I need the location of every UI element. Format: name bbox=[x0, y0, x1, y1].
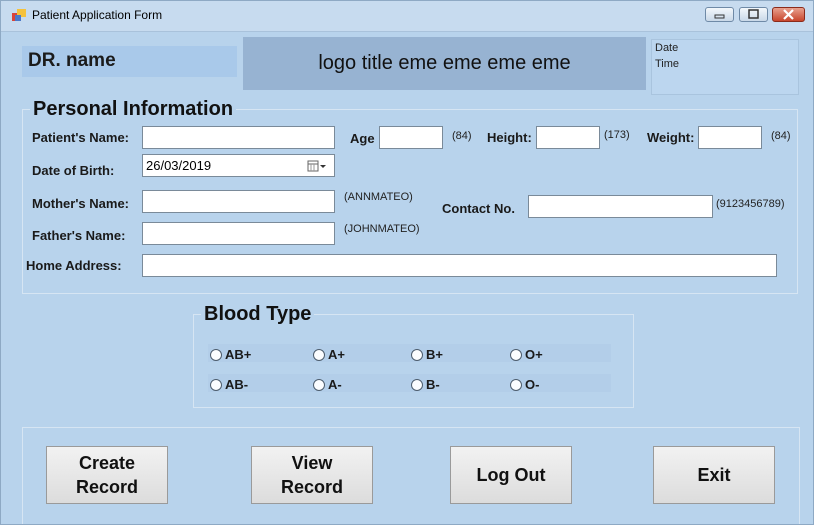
father-name-label: Father's Name: bbox=[32, 228, 126, 243]
minimize-icon bbox=[714, 14, 725, 19]
weight-hint: (84) bbox=[771, 130, 791, 142]
weight-field[interactable] bbox=[698, 126, 762, 149]
view-record-label-line1: View bbox=[291, 453, 333, 473]
blood-type-row-bg bbox=[208, 344, 611, 362]
mother-name-field[interactable] bbox=[142, 190, 335, 213]
calendar-dropdown-icon[interactable] bbox=[307, 159, 329, 173]
maximize-button[interactable] bbox=[739, 7, 768, 22]
contact-label: Contact No. bbox=[442, 201, 515, 216]
app-icon bbox=[12, 9, 26, 21]
log-out-label: Log Out bbox=[476, 465, 546, 485]
weight-label: Weight: bbox=[647, 130, 695, 145]
father-name-field[interactable] bbox=[142, 222, 335, 245]
patient-name-field[interactable] bbox=[142, 126, 335, 149]
date-label: Date bbox=[655, 42, 679, 54]
close-button[interactable] bbox=[772, 7, 805, 22]
exit-button[interactable]: Exit bbox=[653, 446, 775, 504]
log-out-button[interactable]: Log Out bbox=[450, 446, 572, 504]
time-label: Time bbox=[655, 58, 680, 70]
radio-circle[interactable] bbox=[313, 348, 325, 361]
blood-type-label: AB+ bbox=[225, 347, 252, 362]
blood-type-b-negative[interactable]: B- bbox=[411, 377, 440, 392]
blood-type-label: AB- bbox=[225, 377, 249, 392]
height-label: Height: bbox=[487, 130, 532, 145]
blood-type-label: A- bbox=[328, 377, 342, 392]
blood-type-b-positive[interactable]: B+ bbox=[411, 347, 443, 362]
mother-name-label: Mother's Name: bbox=[32, 196, 129, 211]
blood-type-label: A+ bbox=[328, 347, 345, 362]
blood-type-o-positive[interactable]: O+ bbox=[510, 347, 543, 362]
logo-title: logo title eme eme eme eme bbox=[318, 52, 571, 74]
contact-field[interactable] bbox=[528, 195, 713, 218]
close-icon bbox=[783, 9, 794, 20]
logo-panel: logo title eme eme eme eme bbox=[243, 37, 646, 90]
blood-type-label: O- bbox=[525, 377, 540, 392]
date-time-panel: Date Time bbox=[651, 39, 799, 95]
minimize-button[interactable] bbox=[705, 7, 734, 22]
blood-type-label: O+ bbox=[525, 347, 543, 362]
create-record-button[interactable]: Create Record bbox=[46, 446, 168, 504]
create-record-label: Create Record bbox=[76, 451, 138, 499]
patient-application-window: Patient Application Form DR. name logo t… bbox=[0, 0, 814, 525]
blood-type-title: Blood Type bbox=[201, 303, 315, 326]
blood-type-a-positive[interactable]: A+ bbox=[313, 347, 345, 362]
home-address-label: Home Address: bbox=[26, 258, 122, 273]
blood-type-a-negative[interactable]: A- bbox=[313, 377, 342, 392]
exit-label: Exit bbox=[697, 465, 731, 485]
blood-type-label: B- bbox=[426, 377, 440, 392]
radio-circle[interactable] bbox=[411, 348, 423, 361]
title-bar[interactable]: Patient Application Form bbox=[1, 1, 813, 32]
dob-value: 26/03/2019 bbox=[146, 158, 212, 173]
blood-type-row-bg bbox=[208, 374, 611, 392]
radio-circle[interactable] bbox=[210, 378, 222, 391]
view-record-label: View Record bbox=[281, 451, 343, 499]
radio-circle[interactable] bbox=[510, 378, 522, 391]
radio-circle[interactable] bbox=[411, 378, 423, 391]
window-title: Patient Application Form bbox=[32, 8, 163, 22]
contact-hint: (9123456789) bbox=[716, 198, 785, 210]
age-field[interactable] bbox=[379, 126, 443, 149]
view-record-label-line2: Record bbox=[280, 477, 343, 497]
blood-type-ab-negative[interactable]: AB- bbox=[210, 377, 248, 392]
blood-type-label: B+ bbox=[426, 347, 443, 362]
patient-name-label: Patient's Name: bbox=[32, 130, 130, 145]
create-record-label-line1: Create bbox=[78, 453, 135, 473]
radio-circle[interactable] bbox=[510, 348, 522, 361]
doctor-name: DR. name bbox=[28, 50, 116, 71]
create-record-label-line2: Record bbox=[75, 477, 138, 497]
radio-circle[interactable] bbox=[210, 348, 222, 361]
age-hint: (84) bbox=[452, 130, 472, 142]
home-address-field[interactable] bbox=[142, 254, 777, 277]
doctor-name-panel: DR. name bbox=[22, 46, 237, 77]
height-hint: (173) bbox=[604, 129, 630, 141]
blood-type-o-negative[interactable]: O- bbox=[510, 377, 539, 392]
height-field[interactable] bbox=[536, 126, 600, 149]
maximize-icon bbox=[748, 9, 759, 19]
blood-type-ab-positive[interactable]: AB+ bbox=[210, 347, 251, 362]
mother-name-hint: (ANNMATEO) bbox=[344, 191, 413, 203]
dob-label: Date of Birth: bbox=[32, 163, 115, 178]
radio-circle[interactable] bbox=[313, 378, 325, 391]
father-name-hint: (JOHNMATEO) bbox=[344, 223, 420, 235]
dob-date-picker[interactable]: 26/03/2019 bbox=[142, 154, 335, 177]
personal-info-title: Personal Information bbox=[30, 98, 237, 121]
age-label: Age bbox=[350, 131, 375, 146]
view-record-button[interactable]: View Record bbox=[251, 446, 373, 504]
